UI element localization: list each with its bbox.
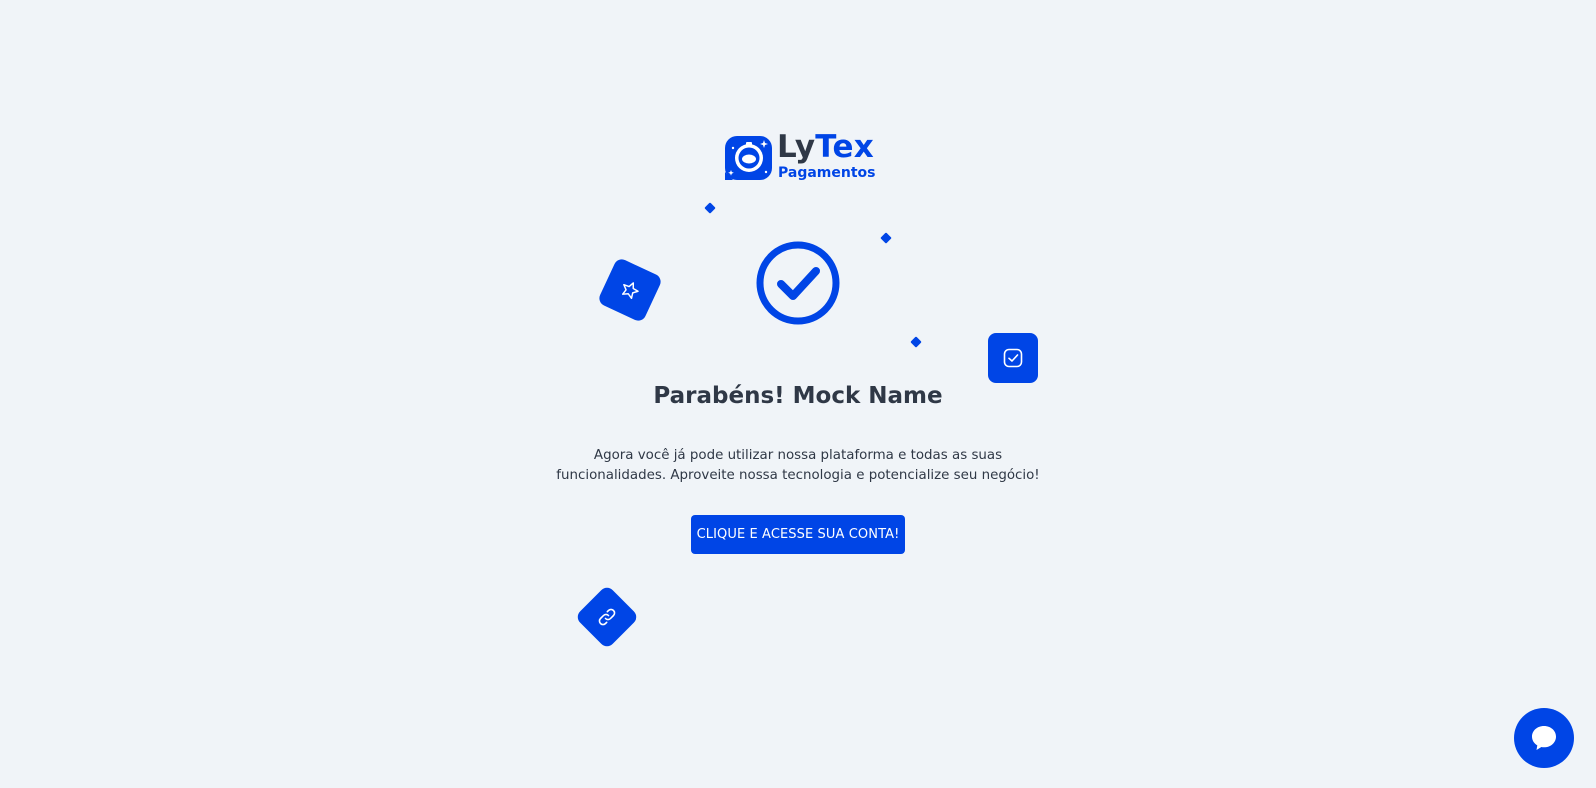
brand-name-part1: Ly <box>777 129 816 165</box>
decor-dot <box>910 336 922 348</box>
decor-dot <box>704 202 716 214</box>
decor-dot <box>880 232 892 244</box>
check-circle-icon <box>756 241 840 325</box>
astronaut-icon <box>725 136 772 180</box>
star-tile <box>596 256 664 324</box>
description-line: Agora você já pode utilizar nossa plataf… <box>593 448 1003 463</box>
lytex-logo: LyTex Pagamentos <box>724 129 876 184</box>
access-account-button[interactable]: CLIQUE E ACESSE SUA CONTA! <box>691 515 905 554</box>
link-icon <box>598 608 616 626</box>
success-page: LyTex Pagamentos Parabéns! Mock Name Ago… <box>0 0 1596 788</box>
chat-widget-button[interactable] <box>1514 708 1574 768</box>
checkbox-icon <box>1003 348 1023 368</box>
brand-name-part2: Tex <box>815 129 874 165</box>
star-icon <box>621 282 639 300</box>
page-title: Parabéns! Mock Name <box>653 383 943 409</box>
brand-subtitle: Pagamentos <box>778 165 876 181</box>
brand-wordmark: LyTex <box>777 129 874 165</box>
description-line: funcionalidades. Aproveite nossa tecnolo… <box>556 468 1040 483</box>
chat-bubble-icon <box>1532 726 1556 750</box>
link-tile <box>574 584 640 650</box>
checkbox-tile <box>988 333 1038 383</box>
success-description: Agora você já pode utilizar nossa plataf… <box>548 446 1048 486</box>
